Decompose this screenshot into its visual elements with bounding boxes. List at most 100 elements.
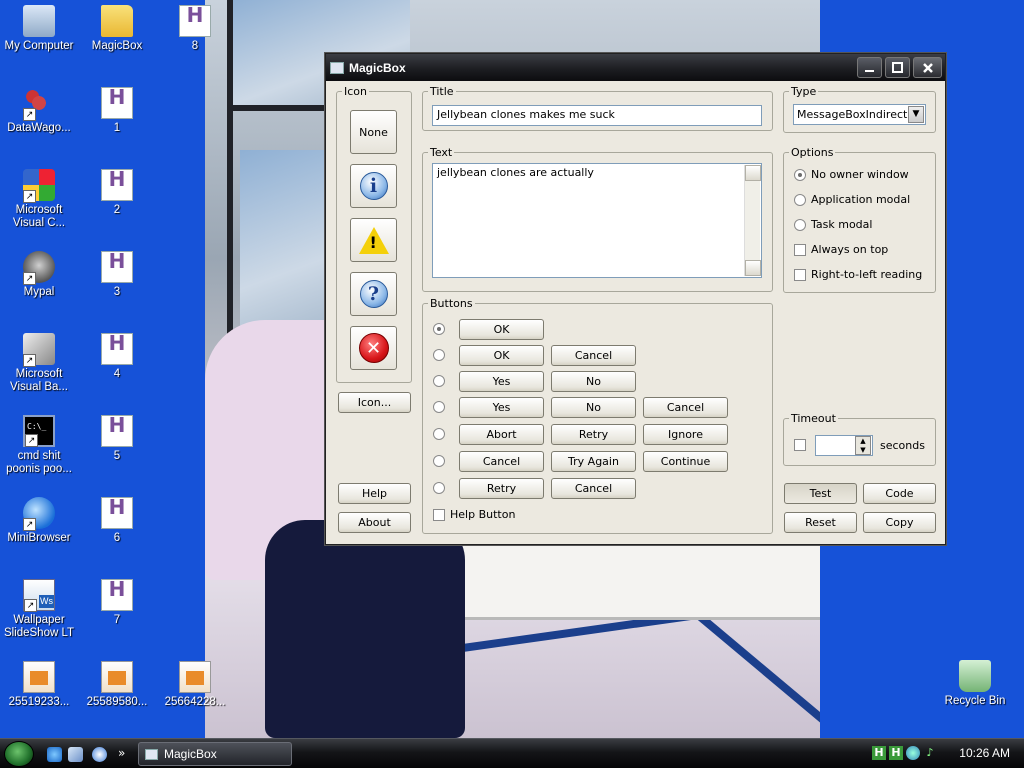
desktop-icon-h-file-1[interactable]: 1 [78, 87, 156, 135]
code-button[interactable]: Code [863, 483, 936, 504]
desktop-icon-h-file-4[interactable]: 4 [78, 333, 156, 381]
desktop-icon-h-file-8[interactable]: 8 [156, 5, 234, 53]
window-title: MagicBox [349, 60, 406, 75]
title-group-legend: Title [430, 85, 454, 98]
icon-error-button[interactable]: ✕ [350, 326, 397, 370]
icon-information-button[interactable]: i [350, 164, 397, 208]
timeout-checkbox[interactable] [794, 439, 806, 451]
option-always-on-top-checkbox[interactable] [794, 244, 806, 256]
desktop-icon-visual-basic[interactable]: Microsoft Visual Ba... [0, 333, 78, 394]
window-titlebar[interactable]: MagicBox [326, 54, 945, 81]
icon-browse-button[interactable]: Icon... [338, 392, 411, 413]
visual-c-icon [23, 169, 55, 203]
scroll-down-button[interactable] [745, 260, 761, 276]
quicklaunch-more-button[interactable]: » [118, 746, 125, 760]
clock[interactable]: 10:26 AM [959, 746, 1010, 760]
sample-continue-button[interactable]: Continue [643, 451, 728, 472]
question-icon: ? [359, 280, 388, 308]
sample-abort-button[interactable]: Abort [459, 424, 544, 445]
sample-cancel-button[interactable]: Cancel [551, 345, 636, 366]
title-input[interactable]: Jellybean clones makes me suck [432, 105, 762, 126]
desktop-icon-h-file-5[interactable]: 5 [78, 415, 156, 463]
sample-retry-button[interactable]: Retry [459, 478, 544, 499]
desktop-icon-h-file-7[interactable]: 7 [78, 579, 156, 627]
volume-tray-icon[interactable]: ♪ [923, 746, 937, 760]
media-player-icon[interactable] [92, 747, 107, 762]
app-icon [330, 61, 344, 74]
h-app-tray-icon[interactable]: H [872, 746, 886, 760]
help-button[interactable]: Help [338, 483, 411, 504]
taskbar-button-magicbox[interactable]: MagicBox [138, 742, 292, 766]
sample-retry-button[interactable]: Retry [551, 424, 636, 445]
sample-no-button[interactable]: No [551, 397, 636, 418]
desktop-icon-h-file-2[interactable]: 2 [78, 169, 156, 217]
icon-none-button[interactable]: None [350, 110, 397, 154]
type-select[interactable]: MessageBoxIndirect ▼ [793, 104, 926, 125]
test-button[interactable]: Test [784, 483, 857, 504]
desktop-icon-image-file[interactable]: 25664228... [156, 661, 234, 709]
reset-button[interactable]: Reset [784, 512, 857, 533]
sample-cancel-button[interactable]: Cancel [459, 451, 544, 472]
start-button[interactable] [4, 741, 34, 767]
icon-question-button[interactable]: ? [350, 272, 397, 316]
buttons-radio-retry-cancel[interactable] [433, 482, 445, 494]
sample-cancel-button[interactable]: Cancel [643, 397, 728, 418]
desktop-icon-visual-c[interactable]: Microsoft Visual C... [0, 169, 78, 230]
sample-ignore-button[interactable]: Ignore [643, 424, 728, 445]
copy-button[interactable]: Copy [863, 512, 936, 533]
close-button[interactable] [913, 57, 942, 78]
sample-yes-button[interactable]: Yes [459, 397, 544, 418]
desktop-icon-my-computer[interactable]: My Computer [0, 5, 78, 53]
magicbox-window: MagicBox Icon None i ! ? ✕ Icon... Help … [325, 53, 946, 545]
desktop-icon-h-file-3[interactable]: 3 [78, 251, 156, 299]
maximize-button[interactable] [885, 57, 910, 78]
desktop-icon-label: Microsoft Visual Ba... [10, 368, 68, 393]
buttons-radio-yes-no-cancel[interactable] [433, 401, 445, 413]
desktop-icon-minibrowser[interactable]: MiniBrowser [0, 497, 78, 545]
internet-explorer-icon[interactable] [47, 747, 62, 762]
desktop-icon-image-file[interactable]: 25589580... [78, 661, 156, 709]
scroll-up-button[interactable] [745, 165, 761, 181]
desktop-icon-image-file[interactable]: 25519233... [0, 661, 78, 709]
desktop-icon-label: 25519233... [8, 696, 70, 708]
help-button-checkbox[interactable] [433, 509, 445, 521]
option-no-owner-window-radio[interactable] [794, 169, 806, 181]
desktop-icon-label: Recycle Bin [944, 695, 1006, 707]
buttons-radio-abort-retry-ignore[interactable] [433, 428, 445, 440]
chevron-down-icon[interactable]: ▼ [908, 106, 924, 123]
sample-yes-button[interactable]: Yes [459, 371, 544, 392]
icon-warning-button[interactable]: ! [350, 218, 397, 262]
buttons-radio-yes-no[interactable] [433, 375, 445, 387]
visual-basic-icon [23, 333, 55, 367]
sample-try-again-button[interactable]: Try Again [551, 451, 636, 472]
desktop-icon-label: My Computer [4, 40, 74, 52]
option-rtl-reading-checkbox[interactable] [794, 269, 806, 281]
network-tray-icon[interactable] [906, 746, 920, 760]
text-textarea[interactable]: jellybean clones are actually [432, 163, 762, 278]
recycle-bin-icon [959, 660, 991, 692]
show-desktop-icon[interactable] [68, 747, 83, 762]
desktop-icon-h-file-6[interactable]: 6 [78, 497, 156, 545]
buttons-radio-ok-cancel[interactable] [433, 349, 445, 361]
desktop-icon-mypal[interactable]: Mypal [0, 251, 78, 299]
h-app-tray-icon[interactable]: H [889, 746, 903, 760]
sample-ok-button[interactable]: OK [459, 345, 544, 366]
desktop-icon-datawagon[interactable]: DataWago... [0, 87, 78, 135]
text-group-legend: Text [430, 146, 453, 159]
sample-ok-button[interactable]: OK [459, 319, 544, 340]
desktop-icon-recycle-bin[interactable]: Recycle Bin [936, 660, 1014, 708]
option-application-modal-radio[interactable] [794, 194, 806, 206]
desktop-icon-cmd[interactable]: cmd shit poonis poo... [0, 415, 78, 476]
desktop-icon-magicbox-folder[interactable]: MagicBox [78, 5, 156, 53]
about-button[interactable]: About [338, 512, 411, 533]
desktop-icon-wallpaper-slideshow[interactable]: Wallpaper SlideShow LT [0, 579, 78, 640]
text-scrollbar[interactable] [744, 165, 761, 276]
h-file-icon [101, 169, 133, 201]
sample-cancel-button[interactable]: Cancel [551, 478, 636, 499]
minimize-button[interactable] [857, 57, 882, 78]
buttons-radio-ok[interactable] [433, 323, 445, 335]
option-task-modal-radio[interactable] [794, 219, 806, 231]
timeout-spinner[interactable]: ▲ ▼ [855, 436, 871, 455]
sample-no-button[interactable]: No [551, 371, 636, 392]
buttons-radio-cancel-tryagain-continue[interactable] [433, 455, 445, 467]
